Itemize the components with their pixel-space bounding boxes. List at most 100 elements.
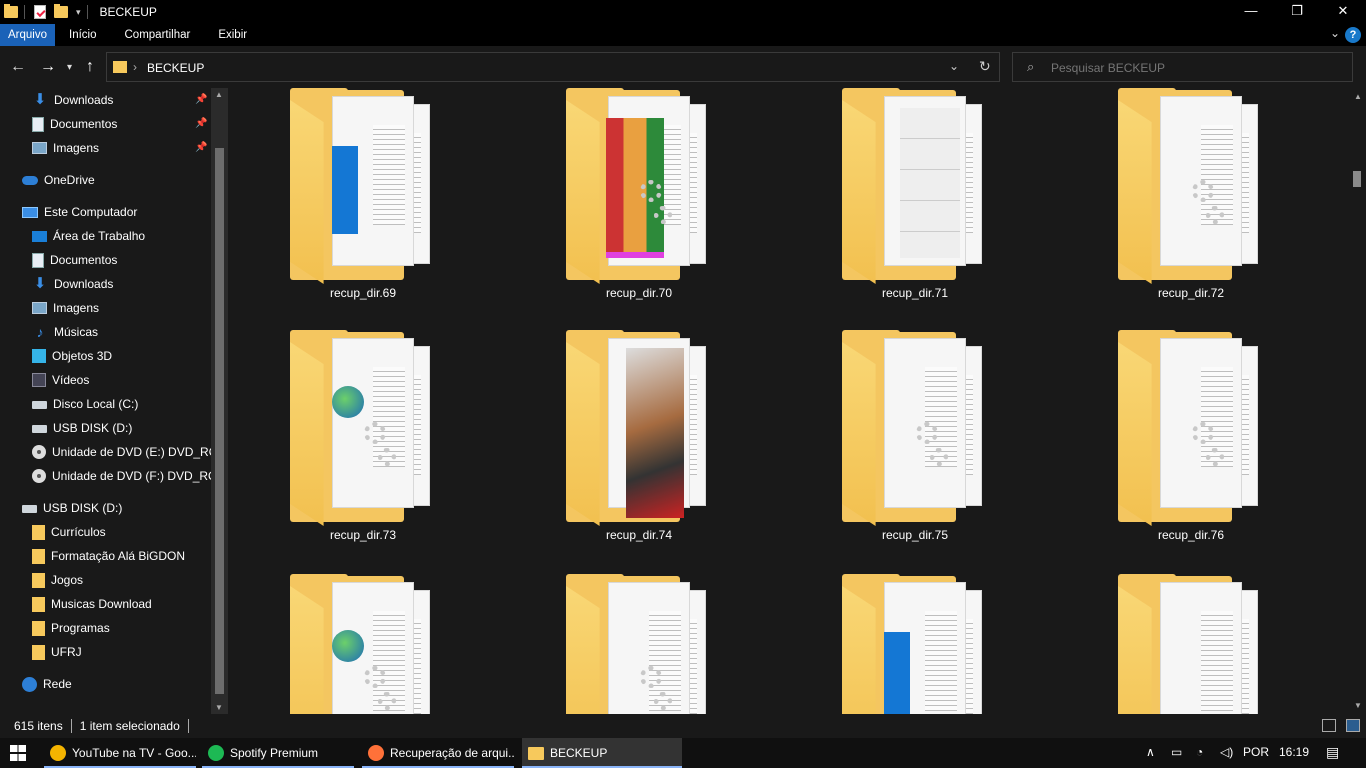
sidebar-item[interactable]: ♪ Músicas [32, 320, 99, 344]
sidebar-item[interactable]: UFRJ [32, 640, 82, 664]
tab-arquivo[interactable]: Arquivo [0, 24, 55, 46]
folder-item[interactable]: recup_dir.69 [228, 88, 498, 318]
windows-start-icon[interactable] [10, 745, 26, 761]
sidebar-item[interactable]: ⬇ Downloads [32, 272, 114, 296]
folder-item[interactable]: recup_dir.71 [780, 88, 1050, 318]
breadcrumb-beckeup[interactable]: BECKEUP [147, 61, 204, 75]
videos-icon [32, 373, 46, 387]
tab-exibir[interactable]: Exibir [204, 24, 261, 46]
taskbar-app[interactable]: Recuperação de arqui... [362, 738, 514, 768]
minimize-button[interactable]: — [1228, 0, 1274, 24]
tab-compartilhar[interactable]: Compartilhar [111, 24, 205, 46]
refresh-icon[interactable]: ↻ [979, 58, 991, 75]
chrome-icon [50, 745, 66, 761]
folder-item[interactable]: recup_dir.72 [1056, 88, 1326, 318]
sidebar-item[interactable]: Musicas Download [32, 592, 152, 616]
up-icon[interactable]: ↑ [86, 58, 94, 76]
folder-item[interactable] [1056, 574, 1326, 714]
sidebar-item[interactable]: Este Computador [22, 200, 137, 224]
sidebar-item[interactable]: Formatação Alá BiGDON [32, 544, 185, 568]
sidebar-item[interactable]: Documentos [32, 248, 117, 272]
sidebar-item[interactable]: Currículos [32, 520, 106, 544]
sidebar-item[interactable]: Programas [32, 616, 110, 640]
scroll-down-icon[interactable]: ▼ [215, 703, 223, 712]
sidebar-item[interactable]: Unidade de DVD (E:) DVD_ROM [32, 440, 228, 464]
address-dropdown-icon[interactable]: ⌄ [949, 59, 959, 73]
sidebar-item-label: Imagens [53, 141, 100, 155]
sidebar-item[interactable]: OneDrive [22, 168, 95, 192]
folder-item[interactable] [780, 574, 1050, 714]
scroll-up-icon[interactable]: ▲ [215, 90, 223, 99]
volume-icon[interactable]: ◁) [1220, 745, 1233, 759]
wifi-icon[interactable]: ◔ [1196, 745, 1203, 759]
folder-name: recup_dir.76 [1157, 528, 1225, 542]
taskbar-app[interactable]: Spotify Premium [202, 738, 354, 768]
sidebar-item-label: Programas [51, 621, 110, 635]
usb-drive-icon [22, 505, 37, 513]
clock[interactable]: 16:19 [1279, 745, 1309, 759]
scrollbar-thumb[interactable] [1353, 171, 1361, 187]
sidebar-item[interactable]: Documentos [32, 112, 117, 136]
notifications-icon[interactable]: ▤ [1326, 744, 1339, 761]
sidebar-item-label: Área de Trabalho [53, 229, 146, 243]
pin-icon: 📌 [195, 118, 208, 129]
search-input[interactable] [1051, 59, 1341, 77]
close-button[interactable]: ✕ [1320, 0, 1366, 24]
quick-access-dropdown-icon[interactable]: ▾ [76, 7, 81, 18]
properties-icon[interactable] [34, 5, 46, 19]
folder-item[interactable]: recup_dir.75 [780, 330, 1050, 560]
battery-icon[interactable]: ▭ [1171, 745, 1182, 759]
onedrive-icon [22, 175, 38, 185]
back-icon[interactable]: ← [10, 58, 26, 76]
sidebar-item[interactable]: Jogos [32, 568, 83, 592]
taskbar-app[interactable]: YouTube na TV - Goo... [44, 738, 196, 768]
sidebar-item[interactable]: Unidade de DVD (F:) DVD_ROM [32, 464, 227, 488]
sidebar-item-label: Unidade de DVD (F:) DVD_ROM [52, 469, 228, 483]
folder-item[interactable] [504, 574, 774, 714]
download-icon: ⬇ [33, 275, 47, 292]
sidebar-item[interactable]: Área de Trabalho [32, 224, 145, 248]
expand-ribbon-icon[interactable]: ⌄ [1330, 26, 1340, 40]
sidebar-item-label: Músicas [54, 325, 99, 339]
taskbar-app-label: BECKEUP [550, 746, 608, 760]
sidebar-item[interactable]: ⬇ Downloads [32, 88, 114, 112]
forward-icon[interactable]: → [40, 58, 56, 76]
taskbar-app[interactable]: BECKEUP [522, 738, 682, 768]
maximize-button[interactable]: ❐ [1274, 0, 1320, 24]
folder-item[interactable] [228, 574, 498, 714]
sidebar-item[interactable]: Disco Local (C:) [32, 392, 138, 416]
folder-item[interactable]: recup_dir.76 [1056, 330, 1326, 560]
file-list-scrollbar[interactable]: ▲ ▼ [1348, 88, 1366, 714]
folder-item[interactable]: recup_dir.70 [504, 88, 774, 318]
folder-item[interactable]: recup_dir.74 [504, 330, 774, 560]
details-view-icon[interactable] [1322, 719, 1336, 732]
gear-icon [1192, 422, 1214, 444]
sidebar-item[interactable]: USB DISK (D:) [32, 416, 132, 440]
language-indicator[interactable]: POR [1243, 745, 1269, 759]
sidebar-item[interactable]: Objetos 3D [32, 344, 112, 368]
folder-icon [32, 644, 45, 660]
scroll-down-icon[interactable]: ▼ [1354, 701, 1362, 710]
folder-item[interactable]: recup_dir.73 [228, 330, 498, 560]
scrollbar-thumb[interactable] [215, 148, 224, 694]
recent-locations-icon[interactable]: ▾ [67, 62, 72, 73]
sidebar-item[interactable]: USB DISK (D:) [22, 496, 122, 520]
sidebar-item[interactable]: Rede [22, 672, 72, 696]
sidebar-item[interactable]: Imagens [32, 296, 99, 320]
scroll-up-icon[interactable]: ▲ [1354, 92, 1362, 101]
sidebar-item[interactable]: Vídeos [32, 368, 89, 392]
address-bar[interactable]: › BECKEUP ⌄ ↻ [106, 52, 1000, 82]
tab-inicio[interactable]: Início [55, 24, 111, 46]
show-hidden-icons-icon[interactable]: ∧ [1146, 745, 1155, 759]
navigation-pane-scrollbar[interactable]: ▲ ▼ [211, 88, 228, 714]
sidebar-item-label: Objetos 3D [52, 349, 113, 363]
sidebar-item[interactable]: Imagens [32, 136, 99, 160]
status-divider [70, 719, 72, 733]
help-icon[interactable]: ? [1345, 27, 1361, 43]
folder-icon [32, 620, 45, 636]
new-folder-icon[interactable] [54, 4, 68, 18]
search-box[interactable]: ⌕ [1012, 52, 1353, 82]
gear-icon [378, 692, 396, 710]
large-icons-view-icon[interactable] [1346, 719, 1360, 732]
gear-icon [1206, 448, 1224, 466]
